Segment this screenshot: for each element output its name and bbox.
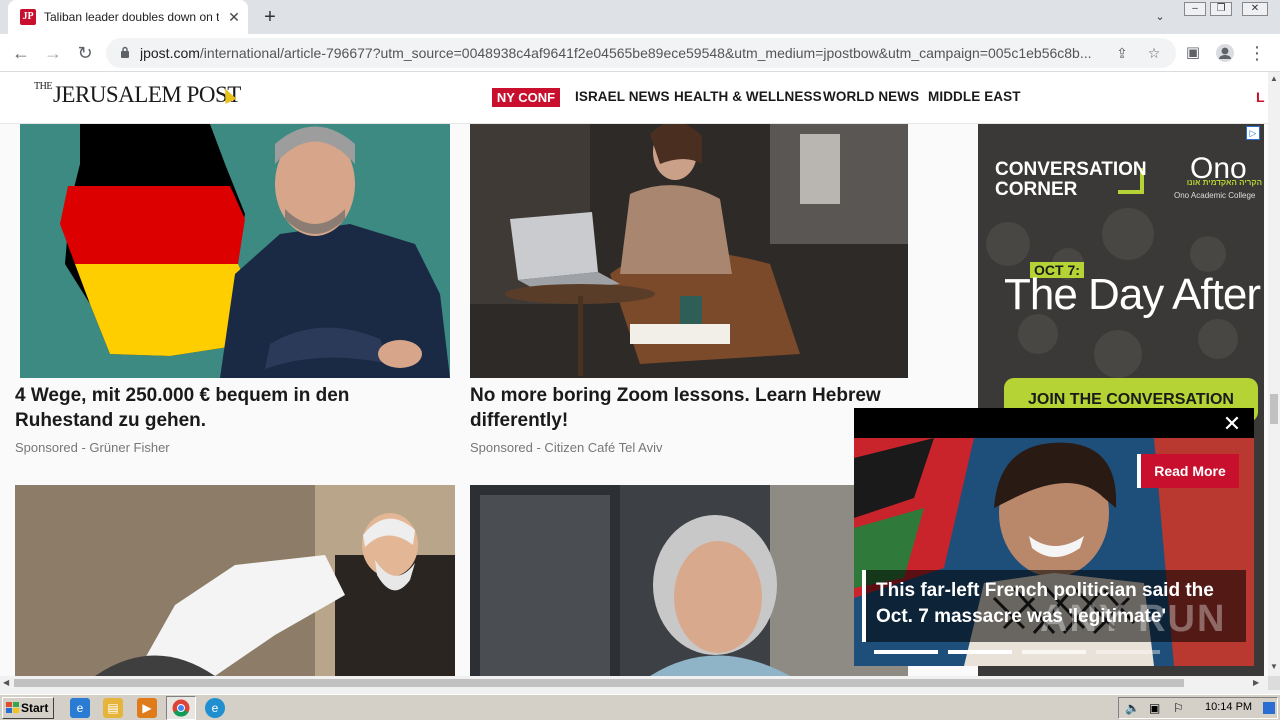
card-1-sponsor[interactable]: Sponsored - Grüner Fisher bbox=[15, 440, 170, 455]
horizontal-scrollbar[interactable]: ◀ ▶ bbox=[0, 676, 1268, 690]
windows-logo-icon bbox=[6, 702, 19, 713]
back-arrow-icon[interactable]: ← bbox=[8, 40, 34, 66]
lock-icon[interactable] bbox=[120, 46, 130, 58]
ad-brand-hebrew: הקריה האקדמית אונו bbox=[1186, 178, 1262, 187]
germany-map-image bbox=[20, 124, 450, 378]
volume-icon[interactable]: 🔈 bbox=[1125, 701, 1140, 715]
adchoices-icon[interactable]: ▷ bbox=[1246, 126, 1260, 140]
new-tab-icon[interactable]: + bbox=[258, 6, 282, 28]
card-2-title[interactable]: No more boring Zoom lessons. Learn Hebre… bbox=[470, 383, 908, 433]
ad-brand-sub: Ono Academic College bbox=[1174, 191, 1256, 200]
chrome-taskbar-button[interactable] bbox=[166, 696, 196, 720]
star-icon[interactable]: ☆ bbox=[1144, 43, 1164, 63]
media-player-icon[interactable]: ▶ bbox=[137, 698, 157, 718]
nav-world-news[interactable]: WORLD NEWS bbox=[823, 89, 919, 107]
close-tab-icon[interactable]: ✕ bbox=[226, 8, 242, 26]
minimize-window-icon[interactable]: – bbox=[1184, 2, 1206, 16]
browser-tab[interactable]: JP Taliban leader doubles down on treat … bbox=[8, 0, 248, 34]
site-logo[interactable]: THEJERUSALEM POST bbox=[34, 81, 241, 112]
profile-icon[interactable] bbox=[1212, 40, 1238, 66]
vertical-scrollbar[interactable]: ▲ ▼ bbox=[1268, 72, 1280, 676]
system-clock[interactable]: 10:14 PM bbox=[1205, 701, 1252, 713]
sidebar-icon[interactable]: ▣ bbox=[1180, 40, 1206, 66]
nav-israel-news[interactable]: ISRAEL NEWS bbox=[575, 89, 670, 107]
close-video-icon[interactable]: ✕ bbox=[1220, 412, 1244, 436]
close-window-icon[interactable]: ✕ bbox=[1242, 2, 1268, 16]
address-bar[interactable]: jpost.com/international/article-796677?u… bbox=[106, 38, 1176, 68]
url-path: /international/article-796677?utm_source… bbox=[199, 45, 1092, 61]
card-1-title[interactable]: 4 Wege, mit 250.000 € bequem in den Ruhe… bbox=[15, 383, 435, 433]
url-domain: jpost.com bbox=[140, 45, 200, 61]
start-label: Start bbox=[21, 701, 49, 715]
horizontal-scroll-thumb[interactable] bbox=[14, 679, 1184, 687]
video-frame[interactable]: Read More This far-left French politicia… bbox=[854, 438, 1254, 666]
reload-icon[interactable]: ↻ bbox=[72, 40, 98, 66]
floating-video-player[interactable]: ✕ Read More This far-left French politic… bbox=[854, 408, 1254, 666]
elderly-man-image bbox=[15, 485, 455, 676]
start-button[interactable]: Start bbox=[2, 697, 54, 719]
chrome-icon bbox=[172, 699, 190, 717]
sponsored-card-2-image[interactable] bbox=[470, 124, 908, 378]
scroll-down-icon[interactable]: ▼ bbox=[1270, 662, 1278, 671]
ad-conversation-corner: CONVERSATION CORNER bbox=[995, 160, 1147, 200]
restore-window-icon[interactable]: ❐ bbox=[1210, 2, 1232, 16]
kebab-menu-icon[interactable]: ⋮ bbox=[1244, 40, 1270, 66]
tab-title: Taliban leader doubles down on treat bbox=[44, 10, 219, 24]
forward-arrow-icon[interactable]: → bbox=[40, 40, 66, 66]
site-header: THEJERUSALEM POST NY CONF ISRAEL NEWS HE… bbox=[0, 72, 1268, 124]
edge-icon[interactable]: e bbox=[205, 698, 225, 718]
video-progress-segment-4[interactable] bbox=[1096, 650, 1160, 654]
video-progress-segment-1[interactable] bbox=[874, 650, 938, 654]
tab-search-icon[interactable]: ⌄ bbox=[1150, 8, 1170, 26]
tab-favicon-icon: JP bbox=[20, 9, 36, 25]
logo-main: JERUSALEM POST bbox=[52, 82, 241, 107]
url-text[interactable]: jpost.com/international/article-796677?u… bbox=[140, 45, 1100, 61]
watermark-text: ANY RUN bbox=[1040, 598, 1227, 640]
elderly-woman-image bbox=[470, 485, 908, 676]
video-progress-segment-3[interactable] bbox=[1022, 650, 1086, 654]
nav-health-wellness[interactable]: HEALTH & WELLNESS bbox=[674, 89, 822, 107]
tab-strip: JP Taliban leader doubles down on treat … bbox=[0, 0, 1280, 34]
read-more-button[interactable]: Read More bbox=[1137, 454, 1239, 488]
file-explorer-icon[interactable]: ▤ bbox=[103, 698, 123, 718]
share-icon[interactable]: ⇪ bbox=[1112, 43, 1132, 63]
nav-ny-conf[interactable]: NY CONF bbox=[492, 88, 560, 107]
ad-headline: The Day After bbox=[1004, 270, 1261, 319]
system-tray: 🔈 ▣ ⚐ 10:14 PM bbox=[1118, 697, 1278, 719]
windows-taskbar: Start e ▤ ▶ e 🔈 ▣ ⚐ 10:14 PM bbox=[0, 694, 1280, 720]
scroll-left-icon[interactable]: ◀ bbox=[3, 678, 9, 687]
show-desktop-icon[interactable] bbox=[1263, 702, 1275, 714]
sponsored-card-1-image[interactable] bbox=[20, 124, 450, 378]
vertical-scroll-thumb[interactable] bbox=[1270, 394, 1278, 424]
internet-explorer-icon[interactable]: e bbox=[70, 698, 90, 718]
scroll-up-icon[interactable]: ▲ bbox=[1270, 74, 1278, 83]
action-center-flag-icon[interactable]: ⚐ bbox=[1173, 701, 1184, 715]
logo-the: THE bbox=[34, 81, 52, 92]
browser-toolbar: ← → ↻ jpost.com/international/article-79… bbox=[0, 34, 1280, 72]
sponsored-card-3-image[interactable] bbox=[15, 485, 455, 676]
network-icon[interactable]: ▣ bbox=[1149, 701, 1160, 715]
scroll-right-icon[interactable]: ▶ bbox=[1253, 678, 1259, 687]
sponsored-card-4-image[interactable] bbox=[470, 485, 908, 676]
ad-line-1: CONVERSATION bbox=[995, 159, 1147, 180]
woman-laptop-image bbox=[470, 124, 908, 378]
nav-truncated-item[interactable]: L bbox=[1256, 89, 1265, 105]
card-2-sponsor[interactable]: Sponsored - Citizen Café Tel Aviv bbox=[470, 440, 662, 455]
ad-line-2: CORNER bbox=[995, 179, 1078, 200]
nav-middle-east[interactable]: MIDDLE EAST bbox=[928, 89, 1021, 107]
video-progress-segment-2[interactable] bbox=[948, 650, 1012, 654]
